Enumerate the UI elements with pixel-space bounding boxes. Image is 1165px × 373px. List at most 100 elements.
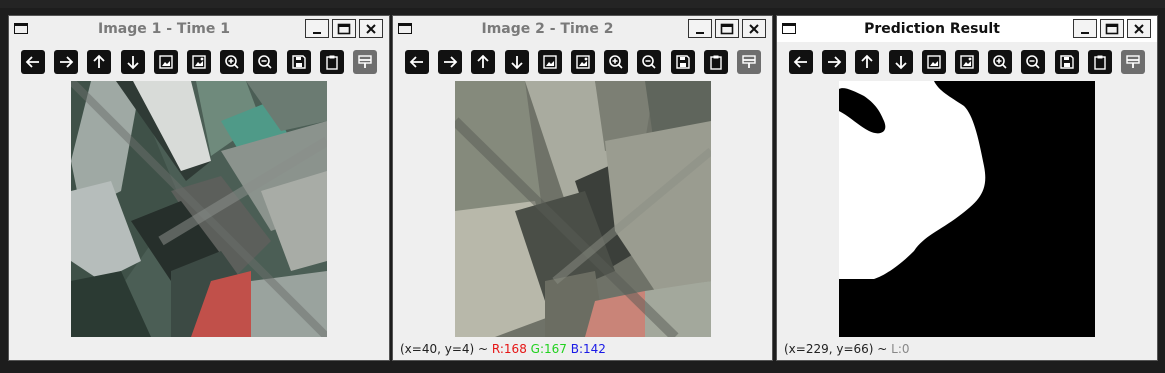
toolbar: [789, 50, 1145, 74]
copy-button[interactable]: [319, 50, 344, 74]
copy-button[interactable]: [1087, 50, 1112, 74]
pan-down-button[interactable]: [120, 50, 145, 74]
arrow-up-icon: [477, 54, 490, 68]
pan-left-button[interactable]: [21, 50, 45, 74]
save-icon: [291, 55, 306, 69]
arrow-right-icon: [444, 56, 458, 68]
cursor-coords: (x=229, y=66) ~: [784, 342, 892, 356]
zoom-out-button[interactable]: [253, 50, 278, 74]
properties-button[interactable]: [1120, 50, 1145, 74]
arrow-right-icon: [60, 56, 74, 68]
save-button[interactable]: [1054, 50, 1079, 74]
image-icon: [543, 55, 557, 69]
zoom-out-button[interactable]: [637, 50, 662, 74]
minimize-icon: [696, 31, 704, 34]
zoom-out-icon: [258, 55, 272, 69]
close-button[interactable]: [1127, 19, 1151, 38]
title-bar[interactable]: Prediction Result: [777, 16, 1157, 42]
toolbar: [405, 50, 761, 74]
clipboard-icon: [325, 55, 338, 70]
image-icon: [927, 55, 941, 69]
arrow-left-icon: [25, 56, 39, 68]
clipboard-icon: [709, 55, 722, 70]
zoom-fit-button[interactable]: [153, 50, 178, 74]
zoom-original-button[interactable]: [570, 50, 595, 74]
image-alt-icon: [576, 55, 590, 69]
minimize-icon: [313, 31, 321, 34]
image-view-time1[interactable]: [71, 81, 327, 337]
pan-left-button[interactable]: [789, 50, 813, 74]
paint-icon: [1126, 55, 1140, 68]
zoom-in-icon: [609, 55, 623, 69]
properties-button[interactable]: [352, 50, 377, 74]
zoom-in-button[interactable]: [220, 50, 245, 74]
pan-left-button[interactable]: [405, 50, 429, 74]
prediction-window: Prediction Result (x=229, y=66) ~ L:0: [776, 15, 1158, 361]
close-button[interactable]: [742, 19, 766, 38]
minimize-button[interactable]: [305, 19, 329, 38]
label-value: L:0: [891, 342, 910, 356]
paint-icon: [742, 55, 756, 68]
pan-right-button[interactable]: [438, 50, 463, 74]
pan-up-button[interactable]: [855, 50, 880, 74]
arrow-up-icon: [861, 54, 874, 68]
zoom-in-icon: [993, 55, 1007, 69]
close-icon: [749, 23, 759, 34]
image2-window: Image 2 - Time 2 (x=40, y=4) ~ R:168 G:1…: [392, 15, 773, 361]
zoom-out-icon: [642, 55, 656, 69]
close-icon: [1134, 23, 1144, 34]
prediction-mask-view[interactable]: [839, 81, 1095, 337]
zoom-out-button[interactable]: [1021, 50, 1046, 74]
maximize-button[interactable]: [1100, 19, 1124, 38]
properties-button[interactable]: [736, 50, 761, 74]
change-mask-image: [839, 81, 1095, 337]
image1-window: Image 1 - Time 1: [8, 15, 390, 361]
close-button[interactable]: [359, 19, 383, 38]
zoom-out-icon: [1026, 55, 1040, 69]
arrow-left-icon: [409, 56, 423, 68]
maximize-button[interactable]: [332, 19, 356, 38]
pan-right-button[interactable]: [822, 50, 847, 74]
zoom-in-button[interactable]: [604, 50, 629, 74]
clipboard-icon: [1093, 55, 1106, 70]
arrow-down-icon: [126, 56, 139, 70]
red-value: R:168: [491, 342, 527, 356]
image-alt-icon: [960, 55, 974, 69]
save-icon: [1059, 55, 1074, 69]
maximize-icon: [337, 23, 351, 34]
minimize-button[interactable]: [1073, 19, 1097, 38]
pan-up-button[interactable]: [471, 50, 496, 74]
maximize-icon: [1105, 23, 1119, 34]
title-bar[interactable]: Image 1 - Time 1: [9, 16, 389, 42]
zoom-original-button[interactable]: [954, 50, 979, 74]
zoom-in-button[interactable]: [988, 50, 1013, 74]
arrow-up-icon: [93, 54, 106, 68]
pan-up-button[interactable]: [87, 50, 112, 74]
arrow-right-icon: [828, 56, 842, 68]
pan-down-button[interactable]: [504, 50, 529, 74]
aerial-image-time2: [455, 81, 711, 337]
paint-icon: [358, 55, 372, 68]
maximize-button[interactable]: [715, 19, 739, 38]
save-icon: [675, 55, 690, 69]
pan-down-button[interactable]: [888, 50, 913, 74]
arrow-down-icon: [894, 56, 907, 70]
aerial-image-time1: [71, 81, 327, 337]
green-value: G:167: [530, 342, 567, 356]
image-view-time2[interactable]: [455, 81, 711, 337]
zoom-fit-button[interactable]: [537, 50, 562, 74]
zoom-original-button[interactable]: [186, 50, 211, 74]
zoom-fit-button[interactable]: [921, 50, 946, 74]
save-button[interactable]: [670, 50, 695, 74]
minimize-button[interactable]: [688, 19, 712, 38]
cursor-coords: (x=40, y=4) ~: [400, 342, 492, 356]
maximize-icon: [720, 23, 734, 34]
title-bar[interactable]: Image 2 - Time 2: [393, 16, 772, 42]
image-alt-icon: [192, 55, 206, 69]
zoom-in-icon: [225, 55, 239, 69]
blue-value: B:142: [570, 342, 606, 356]
save-button[interactable]: [286, 50, 311, 74]
arrow-down-icon: [510, 56, 523, 70]
copy-button[interactable]: [703, 50, 728, 74]
pan-right-button[interactable]: [54, 50, 79, 74]
